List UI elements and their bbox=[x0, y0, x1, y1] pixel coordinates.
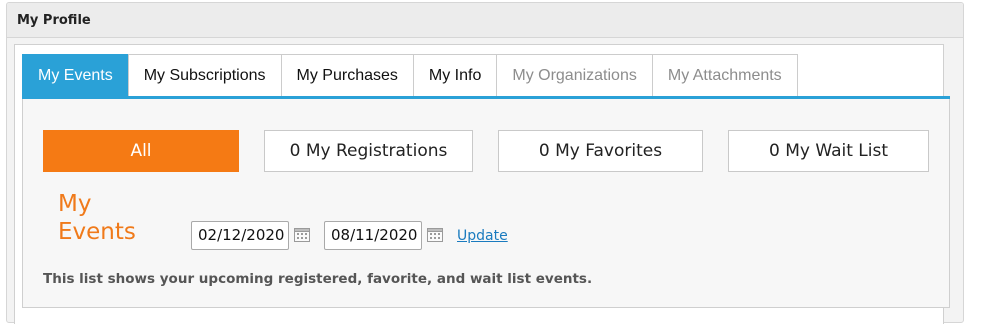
filter-favorites-button[interactable]: 0 My Favorites bbox=[498, 130, 703, 172]
filter-registrations-button[interactable]: 0 My Registrations bbox=[264, 130, 473, 172]
events-heading: My Events bbox=[58, 191, 136, 245]
update-link[interactable]: Update bbox=[457, 228, 508, 244]
tab-my-organizations[interactable]: My Organizations bbox=[496, 54, 653, 96]
tab-my-info[interactable]: My Info bbox=[412, 54, 498, 96]
calendar-icon[interactable] bbox=[294, 227, 310, 242]
profile-tabs: My Events My Subscriptions My Purchases … bbox=[22, 54, 798, 96]
end-date-input[interactable]: 08/11/2020 bbox=[324, 221, 422, 250]
filter-wait-list-button[interactable]: 0 My Wait List bbox=[728, 130, 929, 172]
tab-my-events[interactable]: My Events bbox=[22, 54, 129, 96]
panel-title: My Profile bbox=[17, 13, 91, 28]
filter-all-button[interactable]: All bbox=[43, 130, 239, 172]
start-date-input[interactable]: 02/12/2020 bbox=[191, 221, 289, 250]
panel-header: My Profile bbox=[7, 3, 963, 38]
tab-my-purchases[interactable]: My Purchases bbox=[280, 54, 414, 96]
events-note: This list shows your upcoming registered… bbox=[43, 271, 593, 287]
tab-my-attachments[interactable]: My Attachments bbox=[651, 54, 798, 96]
tab-my-subscriptions[interactable]: My Subscriptions bbox=[127, 54, 282, 96]
calendar-icon[interactable] bbox=[427, 227, 443, 242]
